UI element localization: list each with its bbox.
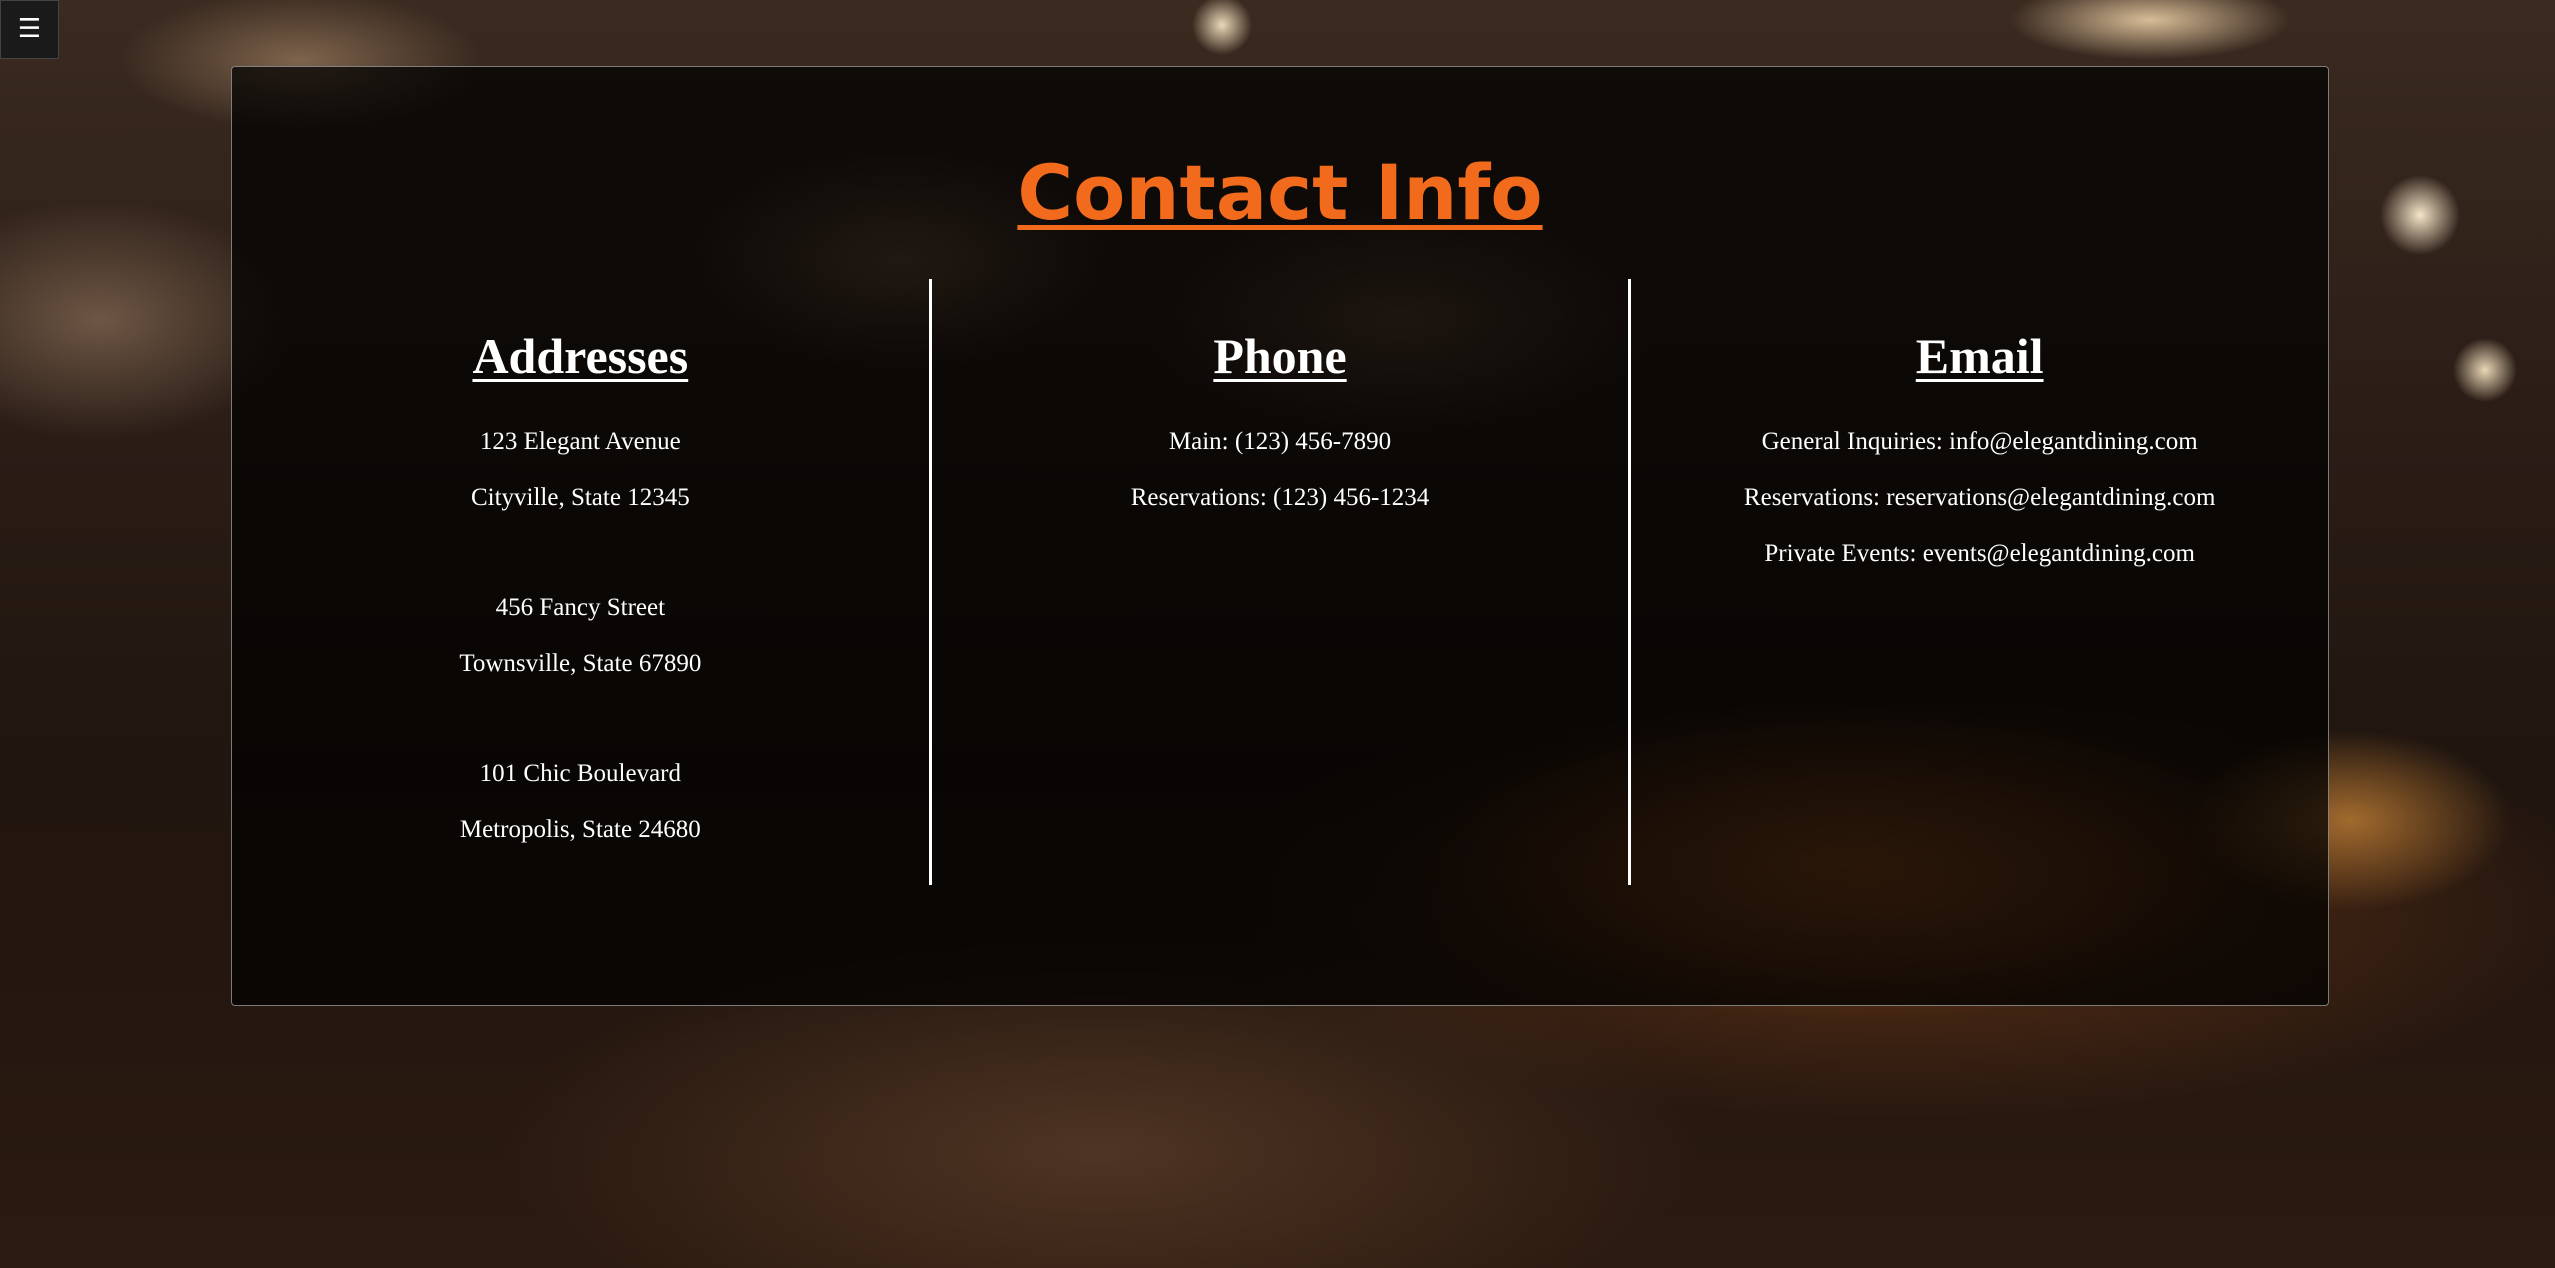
email-heading: Email — [1915, 328, 2044, 384]
address-line: 456 Fancy Street — [495, 594, 666, 621]
email-address[interactable]: General Inquiries: info@elegantdining.co… — [1631, 414, 2328, 470]
email-address[interactable]: Reservations: reservations@elegantdining… — [1631, 470, 2328, 526]
address-line: 101 Chic Boulevard — [479, 760, 682, 787]
addresses-heading: Addresses — [472, 328, 689, 384]
email-column: Email General Inquiries: info@elegantdin… — [1631, 279, 2328, 885]
address-line: Cityville, State 12345 — [470, 484, 690, 511]
page-title-text: Contact Info — [1017, 148, 1543, 237]
addresses-column: Addresses 123 Elegant Avenue Cityville, … — [232, 279, 929, 885]
menu-button[interactable]: ☰ — [0, 0, 59, 59]
email-address[interactable]: Private Events: events@elegantdining.com — [1631, 526, 2328, 582]
phone-number[interactable]: Main: (123) 456-7890 — [932, 414, 1629, 470]
address-block: 101 Chic Boulevard Metropolis, State 246… — [232, 746, 929, 858]
hamburger-menu-icon: ☰ — [17, 14, 42, 44]
phone-number[interactable]: Reservations: (123) 456-1234 — [932, 470, 1629, 526]
contact-columns: Addresses 123 Elegant Avenue Cityville, … — [232, 279, 2328, 885]
address-line: Metropolis, State 24680 — [459, 816, 701, 843]
address-block: 123 Elegant Avenue Cityville, State 1234… — [232, 414, 929, 526]
address-block: 456 Fancy Street Townsville, State 67890 — [232, 580, 929, 692]
page-title: Contact Info — [232, 155, 2328, 231]
address-line: 123 Elegant Avenue — [479, 428, 681, 455]
phone-column: Phone Main: (123) 456-7890 Reservations:… — [928, 279, 1632, 885]
address-line: Townsville, State 67890 — [459, 650, 702, 677]
contact-panel: Contact Info Addresses 123 Elegant Avenu… — [231, 66, 2329, 1006]
phone-heading: Phone — [1213, 328, 1347, 384]
